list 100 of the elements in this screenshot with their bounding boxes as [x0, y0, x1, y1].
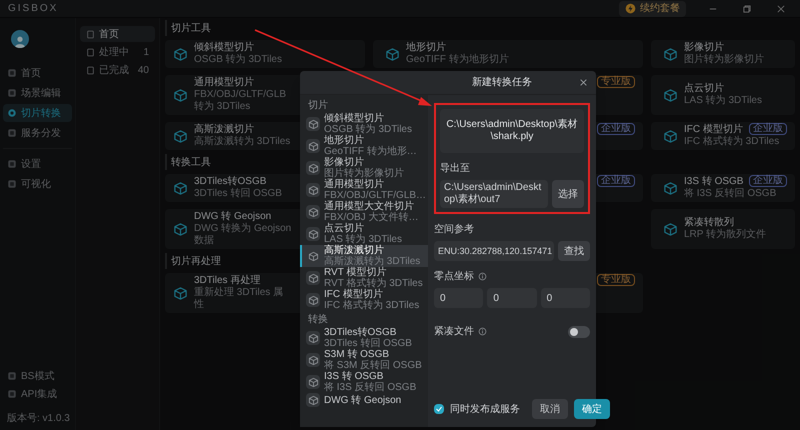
number-field[interactable]: 0: [487, 288, 537, 308]
card-title: 紧凑转散列: [684, 217, 734, 228]
nav-item[interactable]: API集成: [3, 385, 72, 403]
menu-item[interactable]: 已完成 40: [80, 62, 155, 78]
info-icon: [478, 327, 487, 336]
cube-icon: [308, 206, 318, 218]
tool-card[interactable]: I3S 转 OSGB 企业版 将 I3S 反转回 OSGB: [651, 174, 795, 202]
card-subtitle: LRP 转为散列文件: [684, 229, 766, 241]
cube-icon: [308, 250, 318, 262]
lightning-icon: [625, 3, 636, 14]
nav-item[interactable]: 首页: [3, 64, 72, 82]
menu-item[interactable]: 首页: [80, 26, 155, 42]
checkbox-label: 同时发布成服务: [450, 402, 520, 416]
cancel-button[interactable]: 取消: [532, 399, 568, 419]
card-subtitle: DWG 转换为 Geojson 数据: [194, 223, 292, 247]
item-title: 点云切片: [324, 223, 364, 234]
card-title: 通用模型切片: [194, 77, 254, 89]
toggle-switch[interactable]: [568, 326, 590, 338]
edition-badge: 企业版: [597, 175, 635, 187]
card-subtitle: GeoTIFF 转为地形切片: [406, 54, 509, 66]
edition-badge: 企业版: [597, 123, 635, 135]
item-title: DWG 转 Geojson: [324, 394, 402, 406]
cube-icon: [308, 140, 318, 152]
menu-item[interactable]: 处理中 1: [80, 44, 155, 60]
card-title: 3DTiles转OSGB: [194, 176, 266, 188]
item-subtitle: 将 S3M 反转回 OSGB: [324, 360, 422, 371]
item-title: 通用模型大文件切片: [324, 201, 415, 212]
ok-button[interactable]: 确定: [574, 399, 610, 419]
cube-icon: [173, 180, 188, 196]
text-field[interactable]: C:\Users\admin\Desktop\素材\out7: [440, 180, 548, 208]
dialog-title: 新建转换任务: [472, 76, 532, 90]
cube-icon: [173, 88, 188, 102]
nav-item[interactable]: 场景编辑: [3, 84, 72, 102]
text-field[interactable]: ENU:30.282788,120.157471: [434, 241, 554, 261]
item-title: 倾斜模型切片: [324, 113, 385, 124]
task-type-item[interactable]: S3M 转 OSGB 将 S3M 反转回 OSGB: [300, 349, 428, 371]
card-subtitle: 重新处理 3DTiles 属性: [194, 287, 284, 311]
number-field[interactable]: 0: [434, 288, 484, 308]
cube-icon: [173, 222, 188, 236]
card-title: I3S 转 OSGB: [684, 176, 744, 188]
card-subtitle: IFC 格式转为 3DTiles: [684, 136, 780, 148]
cube-icon: [663, 46, 678, 62]
nav-item[interactable]: BS模式: [3, 367, 72, 385]
card-subtitle: LAS 转为 3DTiles: [684, 95, 762, 107]
tool-card[interactable]: 倾斜模型切片 OSGB 转为 3DTiles: [165, 40, 365, 68]
card-title: 倾斜模型切片: [194, 42, 254, 54]
nav-item[interactable]: 切片转换: [3, 104, 72, 122]
cube-icon: [308, 228, 318, 240]
cube-icon: [173, 46, 188, 62]
close-icon: [776, 4, 786, 14]
edition-badge: 企业版: [749, 123, 787, 135]
square-icon: [7, 371, 17, 381]
square-icon: [7, 179, 17, 189]
cube-icon: [173, 286, 188, 300]
square-icon: [7, 159, 17, 169]
card-subtitle: 图片转为影像切片: [684, 54, 764, 66]
task-type-item[interactable]: 高斯泼溅切片 高斯泼溅转为 3DTiles: [300, 245, 428, 267]
tool-card[interactable]: 影像切片 图片转为影像切片: [651, 40, 795, 68]
cube-icon: [308, 332, 318, 344]
edition-badge: 专业版: [597, 274, 635, 286]
nav-item[interactable]: 设置: [3, 155, 72, 173]
action-button[interactable]: 查找: [558, 241, 590, 261]
cube-icon: [308, 294, 318, 306]
action-button[interactable]: 选择: [552, 180, 584, 208]
item-title: 地形切片: [324, 135, 365, 146]
task-type-item[interactable]: DWG 转 Geojson: [300, 393, 428, 407]
count-label: 40: [138, 64, 149, 78]
cube-icon: [663, 222, 678, 236]
item-subtitle: 将 I3S 反转回 OSGB: [324, 382, 416, 393]
nav-item[interactable]: 服务分发: [3, 124, 72, 142]
cube-icon: [308, 376, 318, 388]
card-subtitle: 3DTiles 转回 OSGB: [194, 188, 282, 200]
version-label: 版本号: v1.0.3: [6, 412, 71, 426]
tool-card[interactable]: 地形切片 GeoTIFF 转为地形切片: [373, 40, 643, 68]
info-icon: [478, 272, 487, 281]
number-field[interactable]: 0: [540, 288, 590, 308]
square-icon: [7, 389, 17, 399]
task-type-item[interactable]: 3DTiles转OSGB 3DTiles 转回 OSGB: [300, 327, 428, 349]
item-title: S3M 转 OSGB: [324, 349, 390, 360]
field-label: 空间参考: [434, 222, 475, 237]
cube-icon: [173, 128, 188, 144]
cube-icon: [308, 162, 318, 174]
field-label: 紧凑文件: [434, 324, 474, 339]
checkbox[interactable]: [434, 404, 444, 414]
tool-card[interactable]: 点云切片 LAS 转为 3DTiles: [651, 75, 795, 115]
square-icon: [7, 88, 17, 98]
tool-card[interactable]: 紧凑转散列 LRP 转为散列文件: [651, 209, 795, 249]
cube-icon: [308, 394, 318, 406]
section-title: 切片工具: [165, 20, 795, 36]
cube-icon: [308, 118, 318, 130]
file-path: C:\Users\admin\Desktop\素材\shark.ply: [445, 119, 579, 143]
nav-item[interactable]: 可视化: [3, 175, 72, 193]
task-type-item[interactable]: I3S 转 OSGB 将 I3S 反转回 OSGB: [300, 371, 428, 393]
app-logo: GISBOX: [8, 2, 58, 16]
card-title: DWG 转 Geojson: [194, 211, 272, 222]
item-title: I3S 转 OSGB: [324, 371, 384, 382]
card-subtitle: 将 I3S 反转回 OSGB: [684, 188, 776, 200]
file-drop-area[interactable]: C:\Users\admin\Desktop\素材\shark.ply: [440, 109, 584, 153]
renew-button[interactable]: 续约套餐: [619, 0, 686, 16]
tool-card[interactable]: IFC 模型切片 企业版 IFC 格式转为 3DTiles: [651, 122, 795, 150]
